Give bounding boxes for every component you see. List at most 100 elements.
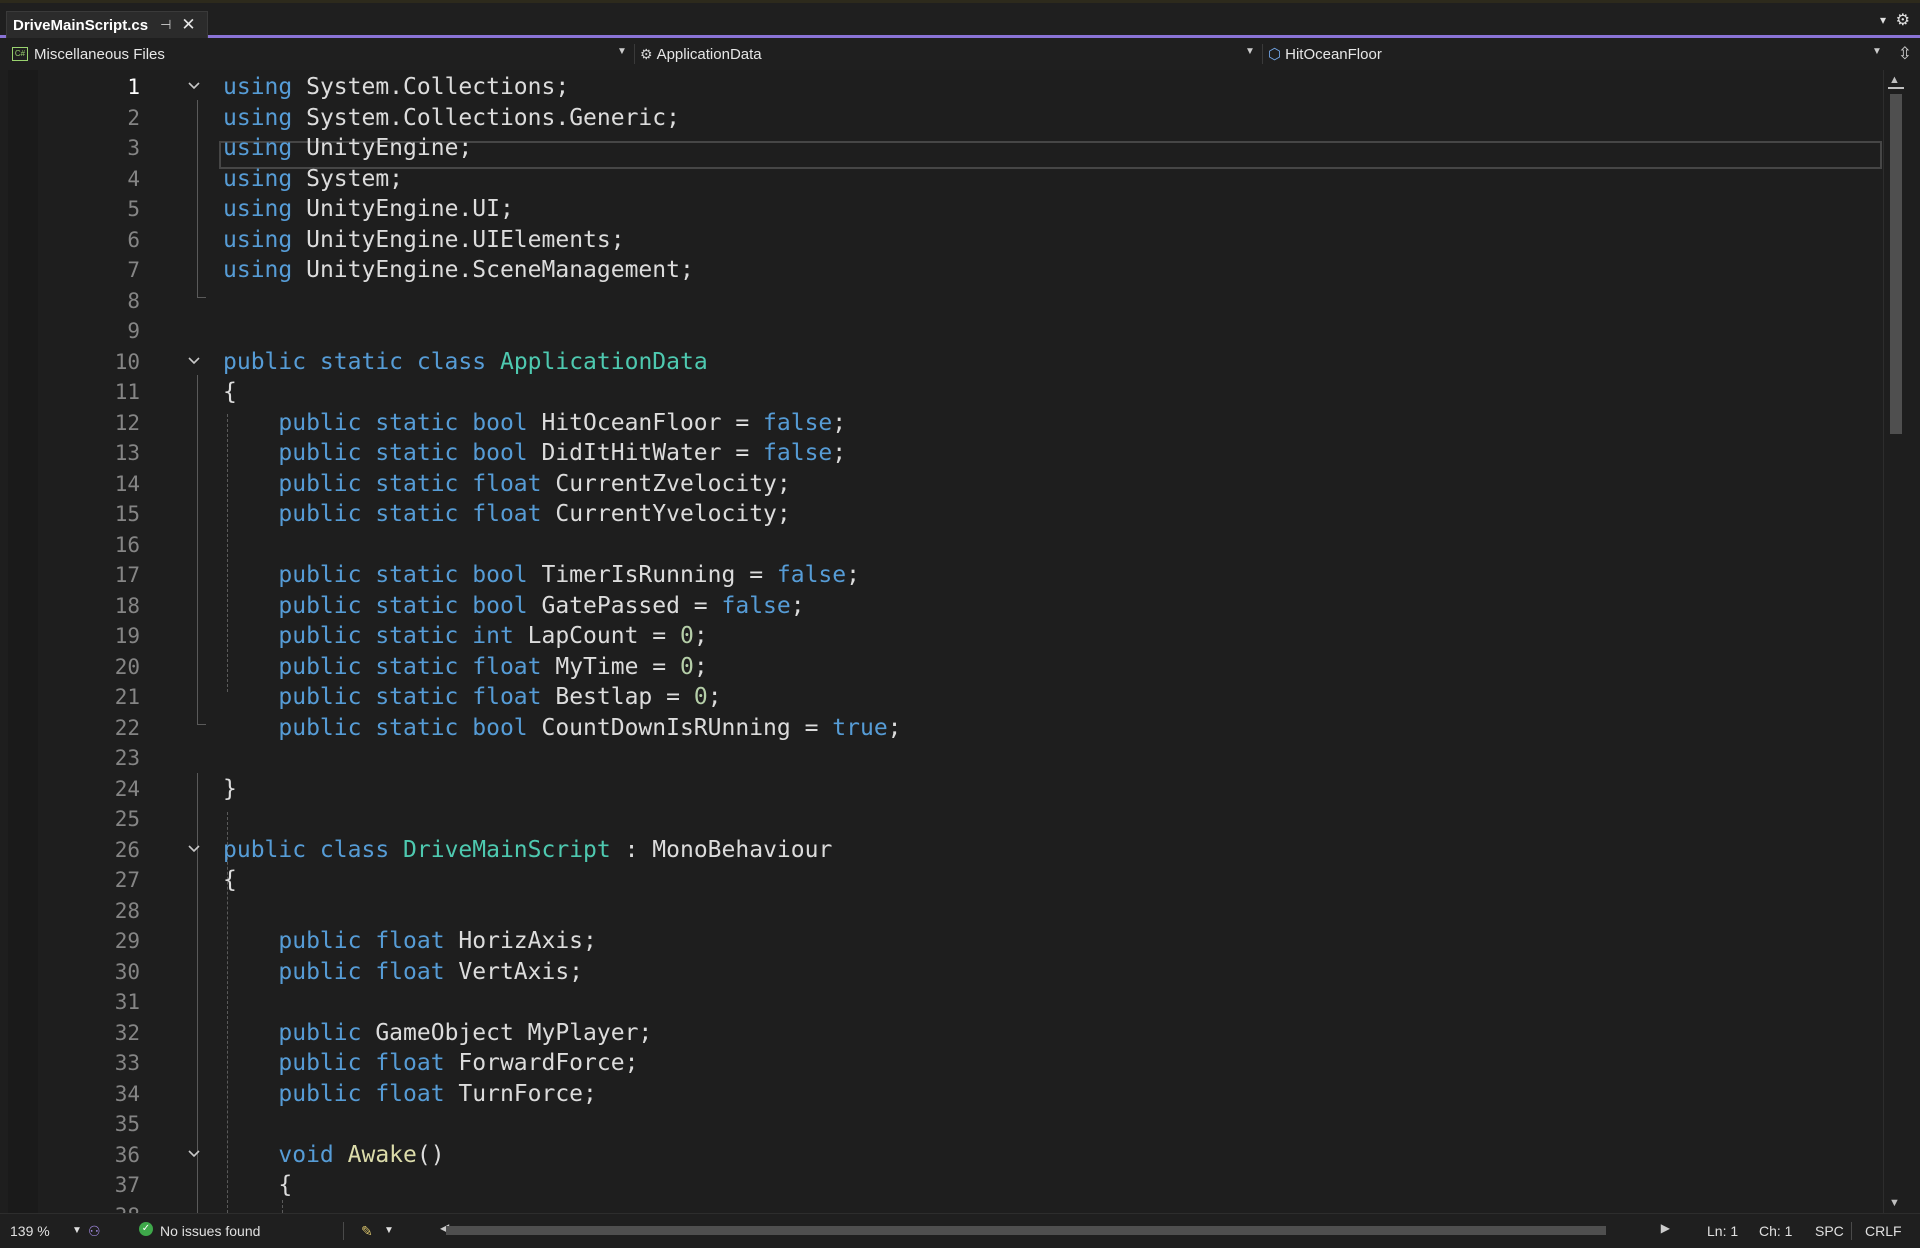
zoom-level[interactable]: 139 % [10, 1223, 50, 1239]
code-line[interactable]: 37 { [0, 1170, 1880, 1201]
scroll-down-icon[interactable]: ▼ [1889, 1197, 1900, 1209]
collapse-chevron-icon[interactable] [186, 78, 202, 94]
code-line[interactable]: 4 using System; [0, 164, 1880, 195]
code-line[interactable]: 14 public static float CurrentZvelocity; [0, 469, 1880, 500]
code-line[interactable]: 27 { [0, 865, 1880, 896]
scroll-right-icon[interactable]: ▶ [1661, 1221, 1670, 1235]
chevron-down-icon[interactable]: ▼ [1245, 46, 1255, 57]
code-line[interactable]: 13 public static bool DidItHitWater = fa… [0, 438, 1880, 469]
vertical-scroll-thumb[interactable] [1890, 94, 1902, 434]
horizontal-scrollbar[interactable]: ◀ ▶ [440, 1218, 1670, 1240]
project-dropdown-label: Miscellaneous Files [34, 45, 165, 63]
code-line[interactable]: 29 public float HorizAxis; [0, 926, 1880, 957]
code-line[interactable]: 5 using UnityEngine.UI; [0, 194, 1880, 225]
line-ending-indicator[interactable]: CRLF [1865, 1223, 1902, 1239]
code-token: public float [278, 1080, 445, 1107]
code-text: public float TurnForce; [223, 1079, 597, 1110]
chevron-down-icon[interactable]: ▼ [72, 1225, 82, 1236]
line-number: 37 [114, 1173, 140, 1197]
code-line[interactable]: 3 using UnityEngine; [0, 133, 1880, 164]
type-dropdown-label: ApplicationData [656, 45, 762, 63]
code-line[interactable]: 34 public float TurnForce; [0, 1079, 1880, 1110]
chevron-down-icon[interactable]: ▾ [1880, 13, 1886, 27]
code-token: UnityEngine; [292, 135, 473, 161]
project-dropdown[interactable]: C# Miscellaneous Files [12, 42, 165, 66]
line-number: 25 [114, 807, 140, 831]
code-text: public static bool DidItHitWater = false… [223, 438, 846, 469]
tab-drivemainscript[interactable]: DriveMainScript.cs ⊣ ✕ [6, 11, 208, 38]
code-line[interactable]: 38 [0, 1201, 1880, 1214]
code-line[interactable]: 33 public float ForwardForce; [0, 1048, 1880, 1079]
code-line[interactable]: 7 using UnityEngine.SceneManagement; [0, 255, 1880, 286]
horizontal-scroll-thumb[interactable] [446, 1226, 1606, 1235]
code-token: public static bool [278, 409, 528, 436]
code-editor[interactable]: 1 using System.Collections; 2 using System.… [0, 70, 1920, 1213]
code-token: Bestlap = [541, 684, 694, 710]
line-number: 7 [127, 258, 140, 282]
code-line[interactable]: 23 [0, 743, 1880, 774]
code-line[interactable]: 31 [0, 987, 1880, 1018]
vertical-scrollbar[interactable]: ▲ ▼ [1883, 70, 1908, 1213]
code-line[interactable]: 21 public static float Bestlap = 0; [0, 682, 1880, 713]
code-line[interactable]: 36 void Awake() [0, 1140, 1880, 1171]
split-editor-icon[interactable]: ⇳ [1898, 44, 1912, 64]
class-icon: ⚙ [640, 45, 653, 62]
char-indicator[interactable]: Ch: 1 [1759, 1223, 1792, 1239]
navigation-bar: C# Miscellaneous Files ▼ ⚙ ApplicationDa… [0, 38, 1920, 70]
code-token: ; [832, 440, 847, 466]
code-line[interactable]: 12 public static bool HitOceanFloor = fa… [0, 408, 1880, 439]
document-tab-bar: DriveMainScript.cs ⊣ ✕ ▾ ⚙ [0, 3, 1920, 38]
collapse-chevron-icon[interactable] [186, 353, 202, 369]
code-line[interactable]: 17 public static bool TimerIsRunning = f… [0, 560, 1880, 591]
chevron-down-icon[interactable]: ▼ [384, 1225, 394, 1236]
close-icon[interactable]: ✕ [181, 15, 195, 35]
code-text: using UnityEngine.UIElements; [223, 225, 625, 256]
code-token: () [416, 1141, 445, 1168]
code-line[interactable]: 32 public GameObject MyPlayer; [0, 1018, 1880, 1049]
code-line[interactable]: 35 [0, 1109, 1880, 1140]
indent-indicator[interactable]: SPC [1815, 1223, 1844, 1239]
code-token: DidItHitWater = [527, 440, 764, 466]
code-line[interactable]: 1 using System.Collections; [0, 72, 1880, 103]
code-line[interactable]: 15 public static float CurrentYvelocity; [0, 499, 1880, 530]
code-token: HitOceanFloor = [527, 409, 764, 436]
code-line[interactable]: 22 public static bool CountDownIsRUnning… [0, 713, 1880, 744]
code-line[interactable]: 2 using System.Collections.Generic; [0, 103, 1880, 134]
pin-icon[interactable]: ⊣ [160, 17, 171, 33]
code-line[interactable]: 19 public static int LapCount = 0; [0, 621, 1880, 652]
code-line[interactable]: 10 public static class ApplicationData [0, 347, 1880, 378]
code-line[interactable]: 28 [0, 896, 1880, 927]
code-line[interactable]: 16 [0, 530, 1880, 561]
copilot-icon[interactable]: ⚇ [88, 1223, 101, 1240]
code-line[interactable]: 18 public static bool GatePassed = false… [0, 591, 1880, 622]
code-text: void Awake() [223, 1140, 445, 1171]
line-number-indicator[interactable]: Ln: 1 [1707, 1223, 1738, 1239]
line-number: 16 [114, 532, 140, 557]
issues-status[interactable]: No issues found [160, 1223, 260, 1239]
code-line[interactable]: 6 using UnityEngine.UIElements; [0, 225, 1880, 256]
chevron-down-icon[interactable]: ▼ [617, 46, 627, 57]
code-line[interactable]: 8 [0, 286, 1880, 317]
code-line[interactable]: 20 public static float MyTime = 0; [0, 652, 1880, 683]
type-dropdown[interactable]: ⚙ ApplicationData [640, 42, 762, 66]
code-line[interactable]: 9 [0, 316, 1880, 347]
code-line[interactable]: 30 public float VertAxis; [0, 957, 1880, 988]
member-dropdown[interactable]: ⬡ HitOceanFloor [1268, 42, 1382, 66]
collapse-chevron-icon[interactable] [186, 1146, 202, 1162]
scroll-up-icon[interactable]: ▲ [1889, 74, 1900, 86]
code-line[interactable]: 11 { [0, 377, 1880, 408]
chevron-down-icon[interactable]: ▼ [1872, 46, 1882, 57]
line-number: 14 [114, 471, 140, 496]
brush-icon[interactable]: ✎ [361, 1223, 373, 1240]
code-line[interactable]: 24} [0, 774, 1880, 805]
gear-icon[interactable]: ⚙ [1896, 10, 1910, 30]
code-line[interactable]: 25 [0, 804, 1880, 835]
code-line[interactable]: 26 public class DriveMainScript : MonoBeh… [0, 835, 1880, 866]
collapse-chevron-icon[interactable] [186, 841, 202, 857]
code-text: } [223, 774, 237, 805]
